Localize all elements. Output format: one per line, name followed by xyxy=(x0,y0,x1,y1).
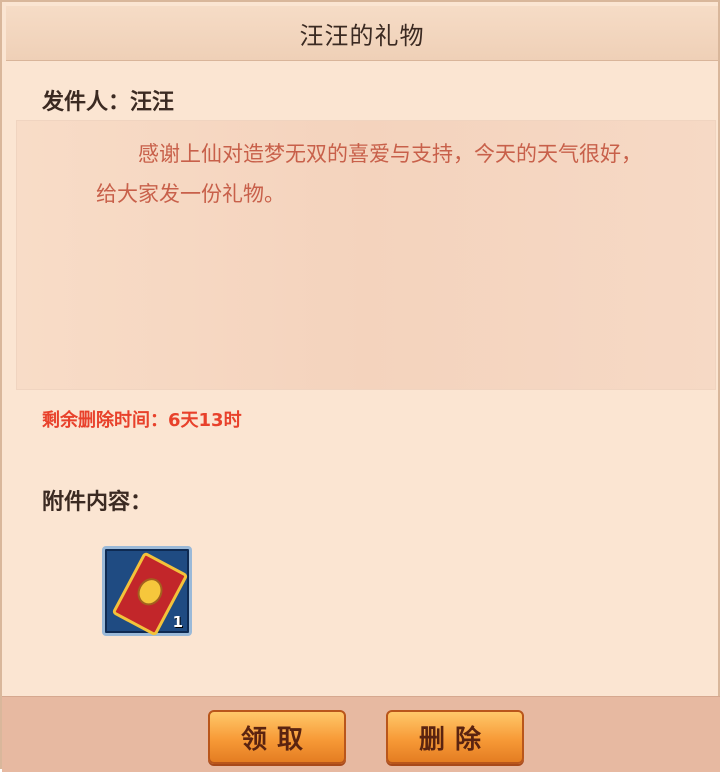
wave-pattern-decoration xyxy=(578,6,718,60)
item-count: 1 xyxy=(172,613,183,631)
bottom-bar xyxy=(2,696,720,772)
receive-button[interactable]: 领取 xyxy=(208,710,346,764)
wave-pattern-decoration xyxy=(6,6,146,60)
mail-dialog: 汪汪的礼物 发件人：汪汪 感谢上仙对造梦无双的喜爱与支持，今天的天气很好，给大家… xyxy=(0,0,720,772)
attachment-label: 附件内容： xyxy=(42,490,153,515)
expire-time: 剩余删除时间：6天13时 xyxy=(42,410,242,431)
title-bar: 汪汪的礼物 xyxy=(6,6,718,61)
message-text: 感谢上仙对造梦无双的喜爱与支持，今天的天气很好，给大家发一份礼物。 xyxy=(96,142,642,206)
delete-button[interactable]: 删除 xyxy=(386,710,524,764)
attachment-item-slot[interactable]: 1 xyxy=(102,546,192,637)
sender-label: 发件人：汪汪 xyxy=(42,90,175,115)
dialog-title: 汪汪的礼物 xyxy=(299,21,425,50)
coin-icon xyxy=(132,573,168,610)
